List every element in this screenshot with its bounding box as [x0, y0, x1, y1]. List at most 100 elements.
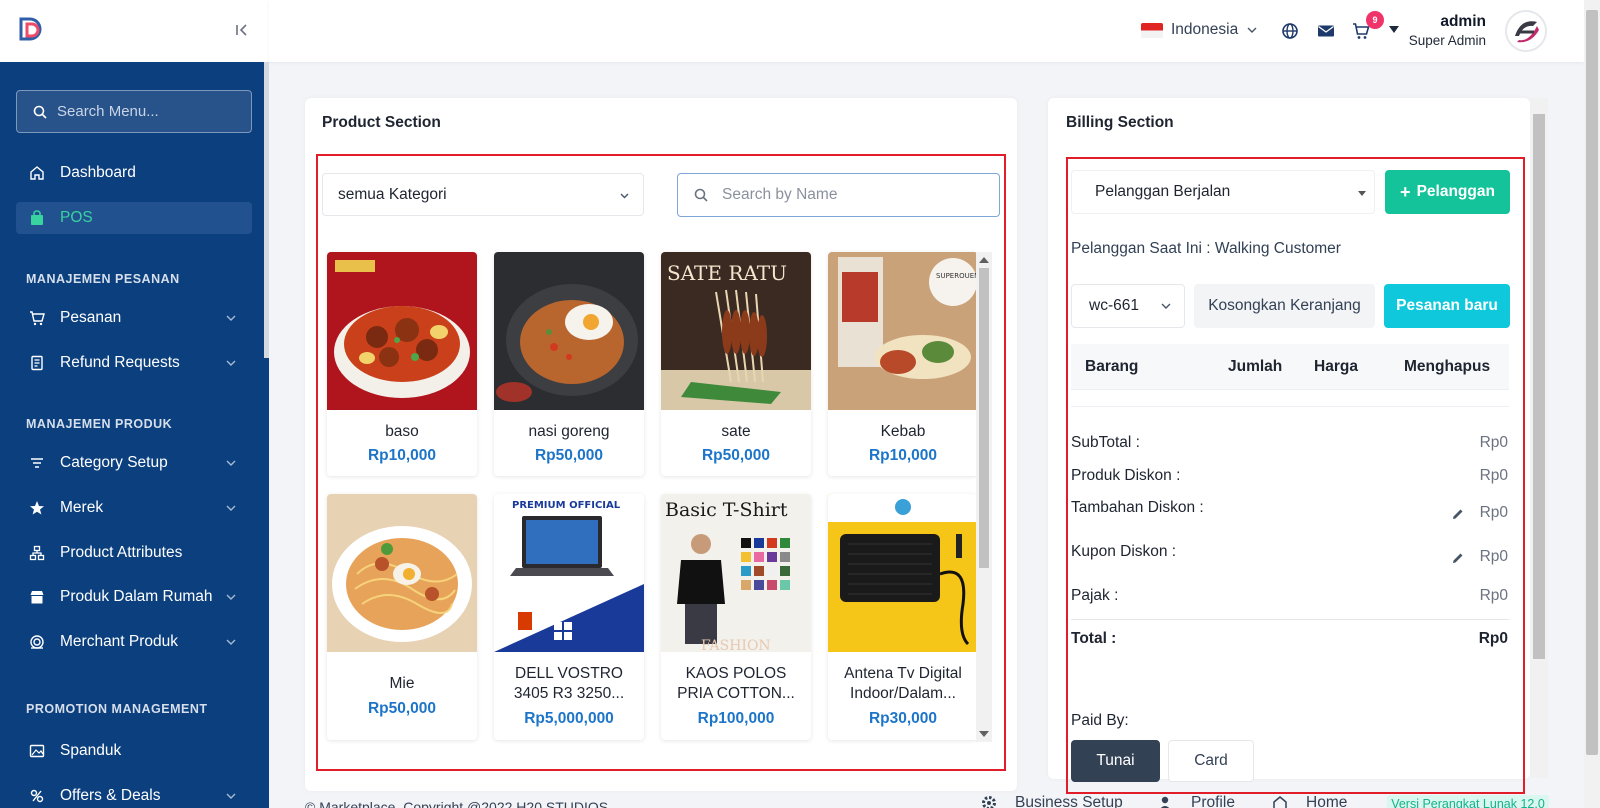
tax-value: Rp0	[1479, 587, 1508, 604]
chevron-down-icon	[1247, 27, 1257, 33]
home-icon	[28, 164, 46, 182]
window-scrollbar[interactable]	[1584, 0, 1600, 808]
billing-scrollbar[interactable]	[1530, 98, 1548, 778]
tax-label: Pajak :	[1071, 587, 1119, 604]
scroll-up-icon[interactable]	[979, 257, 989, 263]
image-text-kebab: SUPEROUEN KEBAB	[936, 272, 978, 280]
footer-link-label: Home	[1306, 794, 1348, 808]
product-card-nasi-goreng[interactable]: nasi goreng Rp50,000	[494, 252, 644, 476]
product-image-dell-vostro: PREMIUM OFFICIAL	[494, 494, 644, 652]
sidebar-search-input[interactable]	[57, 103, 247, 120]
plus-icon: +	[1400, 181, 1411, 202]
scrollbar-thumb[interactable]	[1533, 114, 1545, 659]
sidebar-item-label: Spanduk	[60, 742, 122, 759]
user-menu-caret-icon[interactable]	[1389, 26, 1399, 33]
product-card-dell-vostro[interactable]: PREMIUM OFFICIAL DELL VOSTRO 3405 R3 325…	[494, 494, 644, 740]
total-value: Rp0	[1478, 630, 1508, 647]
sidebar-item-label: Offers & Deals	[60, 787, 161, 804]
sidebar-item-pesanan[interactable]: Pesanan	[16, 302, 252, 334]
sidebar-item-refund-requests[interactable]: Refund Requests	[16, 347, 252, 379]
user-icon	[1160, 796, 1170, 808]
sidebar-scrollbar[interactable]	[264, 62, 269, 358]
product-image-kebab: SUPEROUEN KEBAB	[828, 252, 978, 410]
sidebar-item-label: Dashboard	[60, 164, 136, 181]
sidebar-heading-promotion: PROMOTION MANAGEMENT	[26, 702, 208, 716]
chevron-down-icon	[226, 315, 236, 321]
pay-card-button[interactable]: Card	[1168, 740, 1254, 782]
sidebar-search[interactable]	[16, 90, 252, 133]
column-header: Menghapus	[1404, 358, 1491, 375]
product-name: nasi goreng	[528, 423, 610, 440]
subtotal-label: SubTotal :	[1071, 434, 1140, 451]
customer-select[interactable]: Pelanggan Berjalan	[1071, 170, 1375, 214]
order-select[interactable]: wc-661	[1071, 284, 1185, 328]
image-text-tshirt-bottom: FASHION	[701, 638, 771, 652]
product-section-title: Product Section	[322, 114, 441, 131]
subtotal-value: Rp0	[1479, 434, 1508, 451]
product-card-kebab[interactable]: SUPEROUEN KEBAB Kebab Rp10,000	[828, 252, 978, 476]
category-select[interactable]: semua Kategori	[322, 173, 644, 216]
filter-icon	[28, 454, 46, 472]
product-search-input[interactable]	[722, 186, 982, 204]
sidebar-heading-products: MANAJEMEN PRODUK	[26, 417, 173, 431]
language-label: Indonesia	[1171, 21, 1239, 38]
sidebar-item-produk-dalam-rumah[interactable]: Produk Dalam Rumah	[16, 581, 252, 613]
footer-copyright: © Marketplace, Copyright @2022 H20 STUDI…	[305, 799, 609, 808]
brand-logo[interactable]	[18, 16, 44, 46]
sidebar-item-spanduk[interactable]: Spanduk	[16, 735, 252, 767]
sidebar-item-offers-deals[interactable]: Offers & Deals	[16, 780, 252, 808]
bag-icon	[28, 209, 46, 227]
attributes-icon	[28, 544, 46, 562]
image-icon	[28, 742, 46, 760]
product-card-kaos-polos[interactable]: Basic T-Shirt FASHION KAOS POLOS PRIA COT…	[661, 494, 811, 740]
sidebar-item-pos[interactable]: POS	[16, 202, 252, 234]
pay-cash-button[interactable]: Tunai	[1071, 740, 1160, 782]
product-card-mie[interactable]: Mie Rp50,000	[327, 494, 477, 740]
mail-icon[interactable]	[1317, 22, 1335, 40]
sidebar-item-dashboard[interactable]: Dashboard	[16, 157, 252, 189]
sidebar-item-label: Produk Dalam Rumah	[60, 588, 213, 605]
product-name: DELL VOSTRO 3405 R3 3250...	[513, 665, 625, 702]
sidebar-item-merchant-produk[interactable]: Merchant Produk	[16, 626, 252, 658]
globe-icon[interactable]	[1281, 22, 1299, 40]
sidebar-item-label: Merek	[60, 499, 104, 516]
sidebar-item-merek[interactable]: Merek	[16, 492, 252, 524]
product-card-baso[interactable]: baso Rp10,000	[327, 252, 477, 476]
footer-business-setup-link[interactable]: Business Setup	[981, 794, 1123, 808]
scrollbar-thumb[interactable]	[979, 268, 989, 568]
product-card-sate[interactable]: SATE RATU sate Rp50,000	[661, 252, 811, 476]
product-name: Mie	[389, 675, 415, 692]
product-name: KAOS POLOS PRIA COTTON...	[677, 665, 795, 702]
image-text-sate: SATE RATU	[667, 261, 787, 285]
product-discount-label: Produk Diskon :	[1071, 467, 1181, 484]
column-header: Jumlah	[1228, 358, 1283, 375]
language-selector[interactable]: Indonesia	[1141, 21, 1258, 39]
top-bar	[269, 0, 1584, 62]
edit-icon[interactable]	[1451, 551, 1465, 565]
sidebar-item-label: Pesanan	[60, 309, 122, 326]
scroll-down-icon[interactable]	[979, 731, 989, 737]
product-search[interactable]	[677, 173, 1000, 217]
search-icon	[33, 105, 47, 119]
add-customer-button[interactable]: + Pelanggan	[1385, 170, 1510, 214]
indonesia-flag-icon	[1141, 22, 1163, 38]
sidebar-item-category-setup[interactable]: Category Setup	[16, 447, 252, 479]
sidebar-item-product-attributes[interactable]: Product Attributes	[16, 537, 252, 569]
extra-discount-label: Tambahan Diskon :	[1071, 499, 1204, 516]
product-price: Rp100,000	[697, 710, 775, 727]
column-header: Barang	[1085, 358, 1139, 375]
new-order-button[interactable]: Pesanan baru	[1384, 284, 1510, 328]
clear-cart-button[interactable]: Kosongkan Keranjang	[1194, 284, 1375, 328]
product-card-antena-tv[interactable]: Antena Tv Digital Indoor/Dalam... Rp30,0…	[828, 494, 978, 740]
scrollbar-thumb[interactable]	[1586, 10, 1598, 755]
user-name: admin	[1440, 13, 1486, 30]
sidebar-logo-bar	[0, 0, 269, 62]
product-grid-scrollbar[interactable]	[976, 252, 992, 742]
avatar[interactable]	[1505, 10, 1547, 52]
product-image-baso	[327, 252, 477, 410]
footer-profile-link[interactable]: Profile	[1157, 794, 1235, 808]
footer-home-link[interactable]: Home	[1272, 794, 1347, 808]
edit-icon[interactable]	[1451, 507, 1465, 521]
chevron-down-icon	[226, 594, 236, 600]
collapse-sidebar-icon[interactable]	[232, 20, 252, 42]
